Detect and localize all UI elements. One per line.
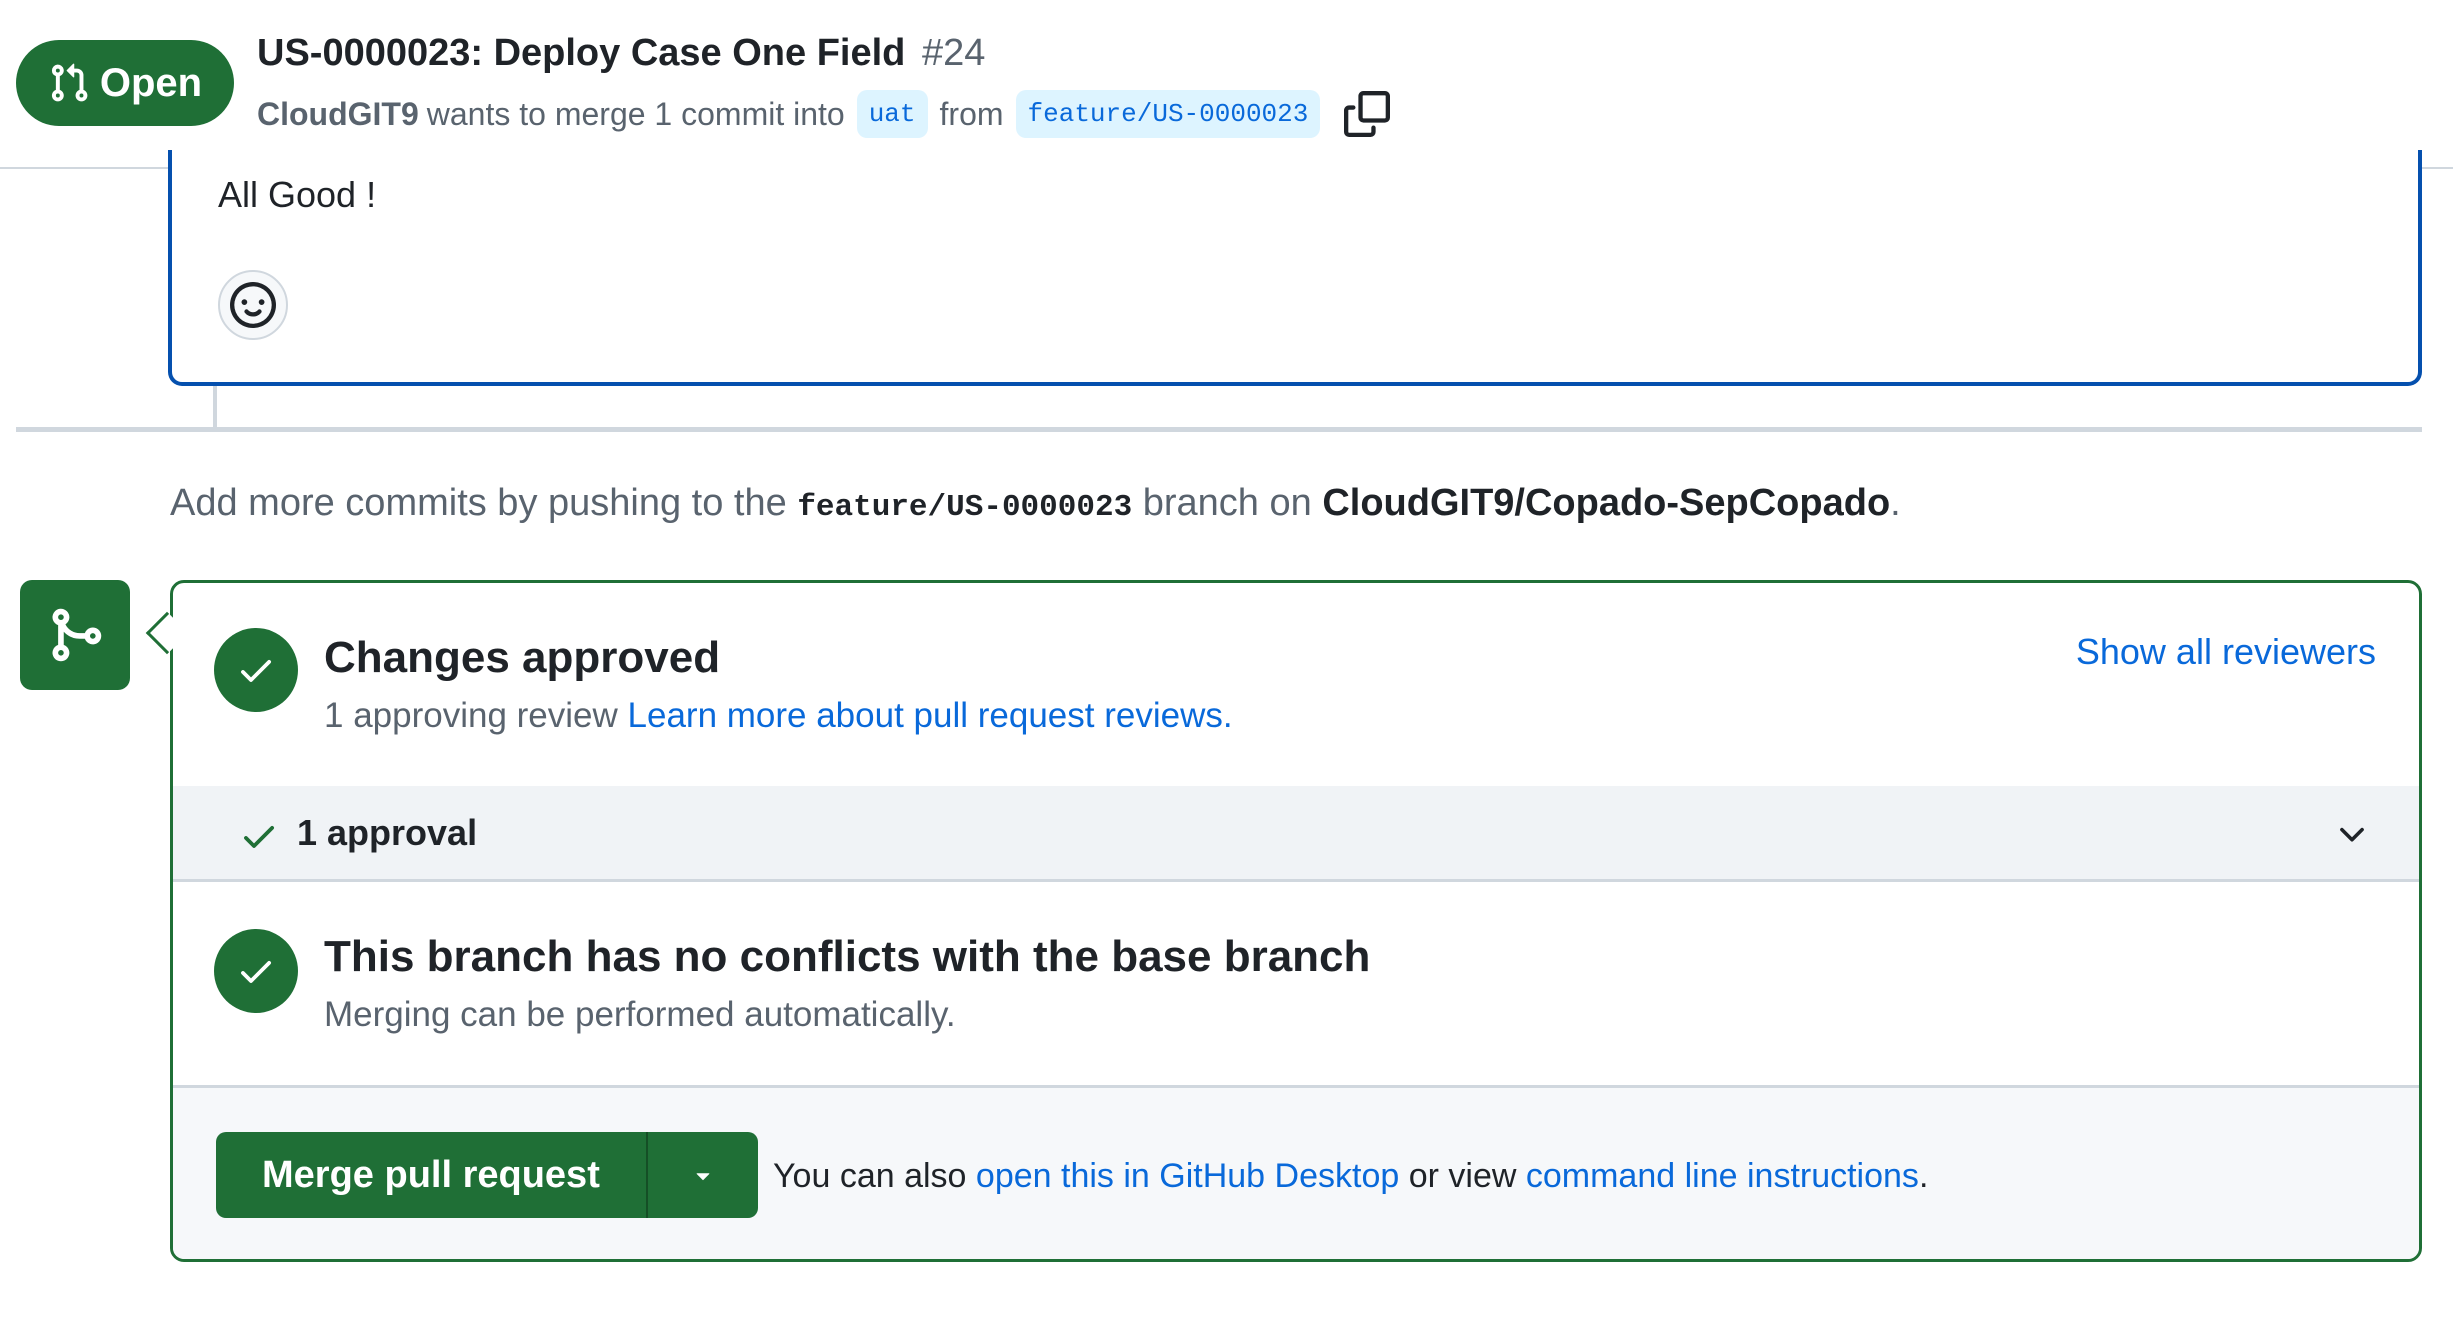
merge-method-dropdown[interactable] <box>648 1132 758 1218</box>
push-hint-suffix: . <box>1890 482 1901 524</box>
pr-from-text: from <box>939 95 1004 132</box>
pr-number: #24 <box>921 32 986 74</box>
timeline-divider <box>16 427 2422 432</box>
conflicts-status-title: This branch has no conflicts with the ba… <box>324 932 1371 981</box>
pr-state-badge: Open <box>16 40 234 126</box>
smiley-icon <box>230 282 276 328</box>
pr-author-link[interactable]: CloudGIT9 <box>257 96 419 133</box>
show-all-reviewers-link[interactable]: Show all reviewers <box>2076 631 2376 673</box>
pr-meta: CloudGIT9 wants to merge 1 commit into u… <box>257 90 1391 138</box>
push-hint-branch: feature/US-0000023 <box>797 490 1133 525</box>
learn-more-reviews-link[interactable]: Learn more about pull request reviews. <box>628 696 1233 735</box>
push-hint-prefix: Add more commits by pushing to the <box>170 482 787 524</box>
base-branch-chip[interactable]: uat <box>856 90 928 138</box>
copy-icon[interactable] <box>1344 91 1391 137</box>
chevron-down-icon[interactable] <box>2333 816 2371 854</box>
merge-pull-request-button[interactable]: Merge pull request <box>216 1132 648 1218</box>
pr-merge-text: wants to merge 1 commit into <box>426 95 845 132</box>
conflicts-status-section: This branch has no conflicts with the ba… <box>173 882 2419 1088</box>
approvals-label: 1 approval <box>297 812 478 853</box>
triangle-down-icon <box>696 1173 710 1181</box>
review-status-title: Changes approved <box>324 633 721 682</box>
review-comment-card: All Good ! <box>168 150 2422 386</box>
pr-state-label: Open <box>99 60 203 105</box>
merge-alternatives: You can also open this in GitHub Desktop… <box>773 1157 1928 1196</box>
check-icon <box>241 660 271 682</box>
add-reaction-button[interactable] <box>218 270 288 340</box>
command-line-instructions-link[interactable]: command line instructions <box>1526 1157 1919 1195</box>
approving-review-count: 1 approving review <box>324 696 618 735</box>
pr-title: US-0000023: Deploy Case One Field #24 <box>257 32 985 75</box>
check-icon <box>241 961 271 983</box>
merge-alt-prefix: You can also <box>773 1157 967 1195</box>
merge-box: Changes approved 1 approving review Lear… <box>170 580 2422 1262</box>
push-hint: Add more commits by pushing to the featu… <box>170 482 1901 525</box>
review-status-section: Changes approved 1 approving review Lear… <box>173 583 2419 786</box>
head-branch-chip[interactable]: feature/US-0000023 <box>1015 90 1321 138</box>
push-hint-repo: CloudGIT9/Copado-SepCopado <box>1322 482 1891 524</box>
comment-body: All Good ! <box>218 174 377 215</box>
review-status-subtitle: 1 approving review Learn more about pull… <box>324 696 1233 736</box>
github-desktop-link[interactable]: open this in GitHub Desktop <box>976 1157 1399 1195</box>
git-merge-icon <box>52 608 102 662</box>
merge-alt-or-view: or view <box>1408 1157 1517 1195</box>
conflicts-status-badge <box>214 929 298 1013</box>
timeline-line <box>213 386 217 428</box>
pr-header: Open US-0000023: Deploy Case One Field #… <box>0 0 2453 169</box>
git-pull-request-icon <box>51 63 88 102</box>
merge-status-avatar <box>20 580 130 690</box>
check-icon <box>244 826 274 848</box>
pr-title-text: US-0000023: Deploy Case One Field <box>257 32 906 74</box>
push-hint-middle: branch on <box>1142 482 1312 524</box>
review-status-badge <box>214 628 298 712</box>
merge-alt-suffix: . <box>1918 1157 1929 1195</box>
approvals-toggle[interactable]: 1 approval <box>173 786 2419 882</box>
merge-action-section: Merge pull request You can also open thi… <box>173 1088 2419 1259</box>
merge-button-group: Merge pull request <box>216 1132 758 1218</box>
conflicts-status-subtitle: Merging can be performed automatically. <box>324 995 956 1034</box>
